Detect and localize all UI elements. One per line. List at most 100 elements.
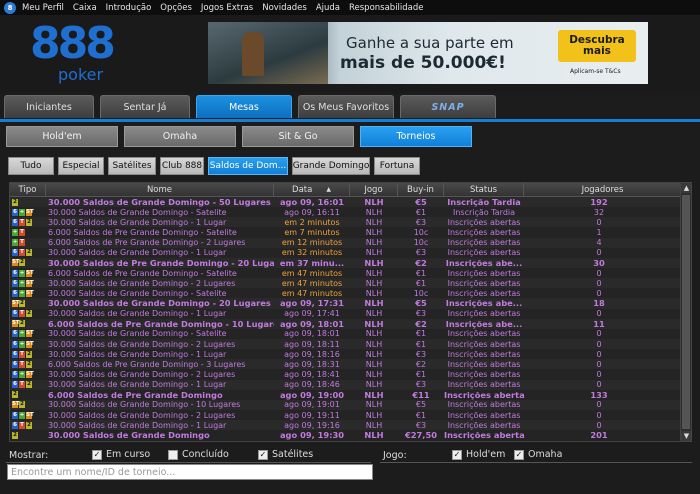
table-row[interactable]: ST 2 30.000 Saldos de Pre Grande Domingo -… <box>10 257 691 268</box>
checkbox-box[interactable]: ✓ <box>258 449 268 460</box>
tournament-type-icons: 6 + ST <box>10 269 46 277</box>
table-row[interactable]: 2 6.000 Saldos de Pre Grande Domingo ago 0… <box>10 389 691 400</box>
tab-sentar-ja[interactable]: Sentar Já <box>100 95 190 118</box>
col-tipo[interactable]: Tipo <box>10 183 46 196</box>
tournament-search-input[interactable]: Encontre um nome/ID de torneio... <box>7 464 373 480</box>
logo-poker-text: poker <box>58 65 104 84</box>
tab-mesas[interactable]: Mesas <box>196 95 292 118</box>
table-row[interactable]: 6 T 2 30.000 Saldos de Grande Domingo - 1 L… <box>10 217 691 228</box>
subtab-torneios[interactable]: Torneios <box>360 126 472 147</box>
tab-os-meus-favoritos[interactable]: Os Meus Favoritos <box>298 95 394 118</box>
table-row[interactable]: 6 T 2 30.000 Saldos de Grande Domingo - 1 L… <box>10 349 691 360</box>
filter-tudo[interactable]: Tudo <box>8 157 54 175</box>
table-scrollbar[interactable]: ▲ ▼ <box>680 183 691 441</box>
table-row[interactable]: 2 30.000 Saldos de Grande Domingo - 50 Lu… <box>10 197 691 208</box>
tournament-game: NLH <box>365 248 383 258</box>
tournament-game: NLH <box>365 207 383 217</box>
filter-fortuna[interactable]: Fortuna <box>374 157 420 175</box>
subtab-sit-go[interactable]: Sit & Go <box>242 126 354 147</box>
tournament-date: ago 09, 19:16 <box>284 420 340 430</box>
col-nome[interactable]: Nome <box>46 183 274 196</box>
table-row[interactable]: 6 + ST 30.000 Saldos de Grande Domingo - Sa… <box>10 328 691 339</box>
filter-especial[interactable]: Especial <box>58 157 104 175</box>
tournament-buyin: €2 <box>415 318 427 329</box>
tournament-game: NLH <box>364 197 384 208</box>
checkbox-em-curso[interactable]: ✓ Em curso <box>92 449 150 460</box>
col-jogo[interactable]: Jogo <box>350 183 398 196</box>
checkbox-omaha[interactable]: ✓ Omaha <box>514 449 562 460</box>
scroll-up-icon[interactable]: ▲ <box>681 183 691 193</box>
table-row[interactable]: 6 + ST 30.000 Saldos de Grande Domingo - 2 … <box>10 278 691 289</box>
tournament-type-icons: + T <box>10 228 46 236</box>
tournament-status: Inscrições abe... <box>445 318 523 329</box>
filter-club-888[interactable]: Club 888 <box>160 157 204 175</box>
table-row[interactable]: 6 + ST 30.000 Saldos de Grande Domingo - Sa… <box>10 288 691 299</box>
tab-snap[interactable]: SNAP <box>400 95 496 118</box>
tournament-badge-icon: 6 <box>12 218 18 226</box>
menu-novidades[interactable]: Novidades <box>262 3 307 13</box>
tournament-game: NLH <box>365 227 383 237</box>
scroll-down-icon[interactable]: ▼ <box>681 431 691 441</box>
table-row[interactable]: 6 + ST 6.000 Saldos de Pre Grande Domingo -… <box>10 267 691 279</box>
game-type-tabs: Hold'em Omaha Sit & Go Torneios <box>6 126 478 147</box>
scroll-thumb[interactable] <box>682 195 690 429</box>
table-row[interactable]: 6 T 2 30.000 Saldos de Grande Domingo - 1 L… <box>10 420 691 431</box>
menu-caixa[interactable]: Caixa <box>73 3 97 13</box>
table-row[interactable]: 6 + ST 30.000 Saldos de Grande Domingo - 2 … <box>10 409 691 421</box>
tournament-badge-icon: 6 <box>12 381 18 389</box>
banner-cta-button[interactable]: Descubra mais <box>558 30 636 62</box>
menu-introducao[interactable]: Introdução <box>106 3 152 13</box>
table-row[interactable]: ST 2 30.000 Saldos de Grande Domingo - 20 … <box>10 298 691 309</box>
tournament-name: 6.000 Saldos de Pre Grande Domingo - 3 L… <box>48 359 246 369</box>
subtab-omaha[interactable]: Omaha <box>124 126 236 147</box>
tournament-game: NLH <box>365 329 383 339</box>
table-row[interactable]: ST 2 6.000 Saldos de Pre Grande Domingo - … <box>10 318 691 329</box>
tournament-badge-icon: 6 <box>12 340 18 348</box>
tournament-date: ago 09, 19:30 <box>279 430 345 441</box>
tournament-badge-icon: ST <box>12 320 20 328</box>
checkbox-satelites[interactable]: ✓ Satélites <box>258 449 313 460</box>
menu-meu-perfil[interactable]: Meu Perfil <box>22 3 64 13</box>
filter-saldos-de-domingo[interactable]: Saldos de Dom... <box>208 157 288 175</box>
tournament-badge-icon: 2 <box>12 391 18 399</box>
table-row[interactable]: 6 T 2 30.000 Saldos de Grande Domingo - 1 L… <box>10 379 691 390</box>
menu-jogos-extras[interactable]: Jogos Extras <box>201 3 253 13</box>
tournament-buyin: €27,50 <box>404 430 438 441</box>
col-jogadores[interactable]: Jogadores <box>524 183 682 196</box>
tournament-game: NLH <box>365 268 383 278</box>
tournament-game: NLH <box>365 410 383 420</box>
checkbox-holdem[interactable]: ✓ Hold'em <box>452 449 505 460</box>
table-row[interactable]: 6 + ST 30.000 Saldos de Grande Domingo - 2 … <box>10 369 691 380</box>
menu-ajuda[interactable]: Ajuda <box>316 3 340 13</box>
table-row[interactable]: 2 30.000 Saldos de Grande Domingo ago 09, … <box>10 430 691 441</box>
checkbox-concluido[interactable]: Concluído <box>168 449 229 460</box>
tournament-badge-icon: + <box>19 289 25 297</box>
promo-banner[interactable]: Ganhe a sua parte em mais de 50.000€! De… <box>208 22 648 84</box>
table-row[interactable]: + T 6.000 Saldos de Pre Grande Domingo - S… <box>10 227 691 238</box>
checkbox-box[interactable]: ✓ <box>452 449 462 460</box>
app-logo-icon[interactable]: 8 <box>4 1 16 14</box>
tournament-badge-icon: + <box>19 269 25 277</box>
col-buyin[interactable]: Buy-in <box>398 183 444 196</box>
tab-iniciantes[interactable]: Iniciantes <box>4 95 94 118</box>
table-row[interactable]: 6 T 2 6.000 Saldos de Pre Grande Domingo - … <box>10 359 691 370</box>
table-row[interactable]: ST 2 30.000 Saldos de Grande Domingo - 10 … <box>10 399 691 410</box>
checkbox-box[interactable]: ✓ <box>514 449 524 460</box>
tournament-name: 30.000 Saldos de Grande Domingo - 2 Luga… <box>48 410 236 420</box>
table-row[interactable]: 6 + ST 30.000 Saldos de Grande Domingo - Sa… <box>10 207 691 218</box>
menu-opcoes[interactable]: Opções <box>160 3 192 13</box>
logo-888-text: 888 <box>30 18 116 69</box>
table-row[interactable]: + T 6.000 Saldos de Pre Grande Domingo - 2… <box>10 237 691 248</box>
col-status[interactable]: Status <box>444 183 524 196</box>
col-data[interactable]: Data ▲ <box>274 183 350 196</box>
filter-grande-domingo[interactable]: Grande Domingo <box>292 157 370 175</box>
tournament-buyin: €3 <box>415 217 427 227</box>
table-row[interactable]: 6 + ST 30.000 Saldos de Grande Domingo - 2 … <box>10 338 691 350</box>
checkbox-box[interactable] <box>168 449 178 460</box>
table-row[interactable]: 6 T 2 30.000 Saldos de Grande Domingo - 1 L… <box>10 247 691 258</box>
subtab-holdem[interactable]: Hold'em <box>6 126 118 147</box>
filter-satelites[interactable]: Satélites <box>108 157 156 175</box>
checkbox-box[interactable]: ✓ <box>92 449 102 460</box>
table-row[interactable]: 6 T 2 30.000 Saldos de Grande Domingo - 1 L… <box>10 308 691 319</box>
menu-responsabilidade[interactable]: Responsabilidade <box>349 3 424 13</box>
